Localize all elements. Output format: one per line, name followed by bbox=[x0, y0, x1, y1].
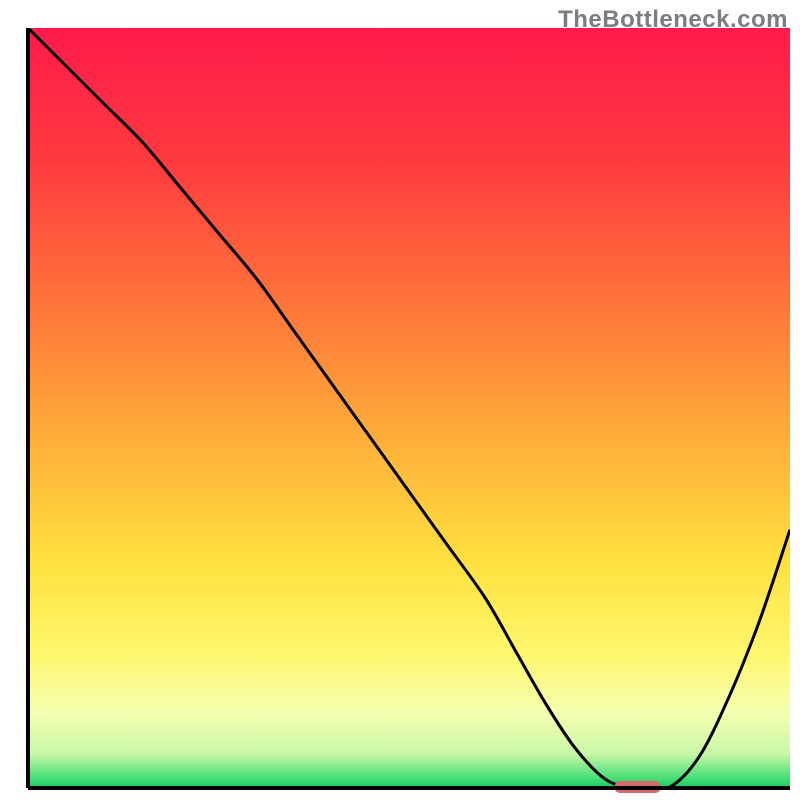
bottleneck-chart bbox=[0, 0, 800, 800]
watermark-text: TheBottleneck.com bbox=[558, 6, 788, 34]
chart-frame: TheBottleneck.com bbox=[0, 0, 800, 800]
